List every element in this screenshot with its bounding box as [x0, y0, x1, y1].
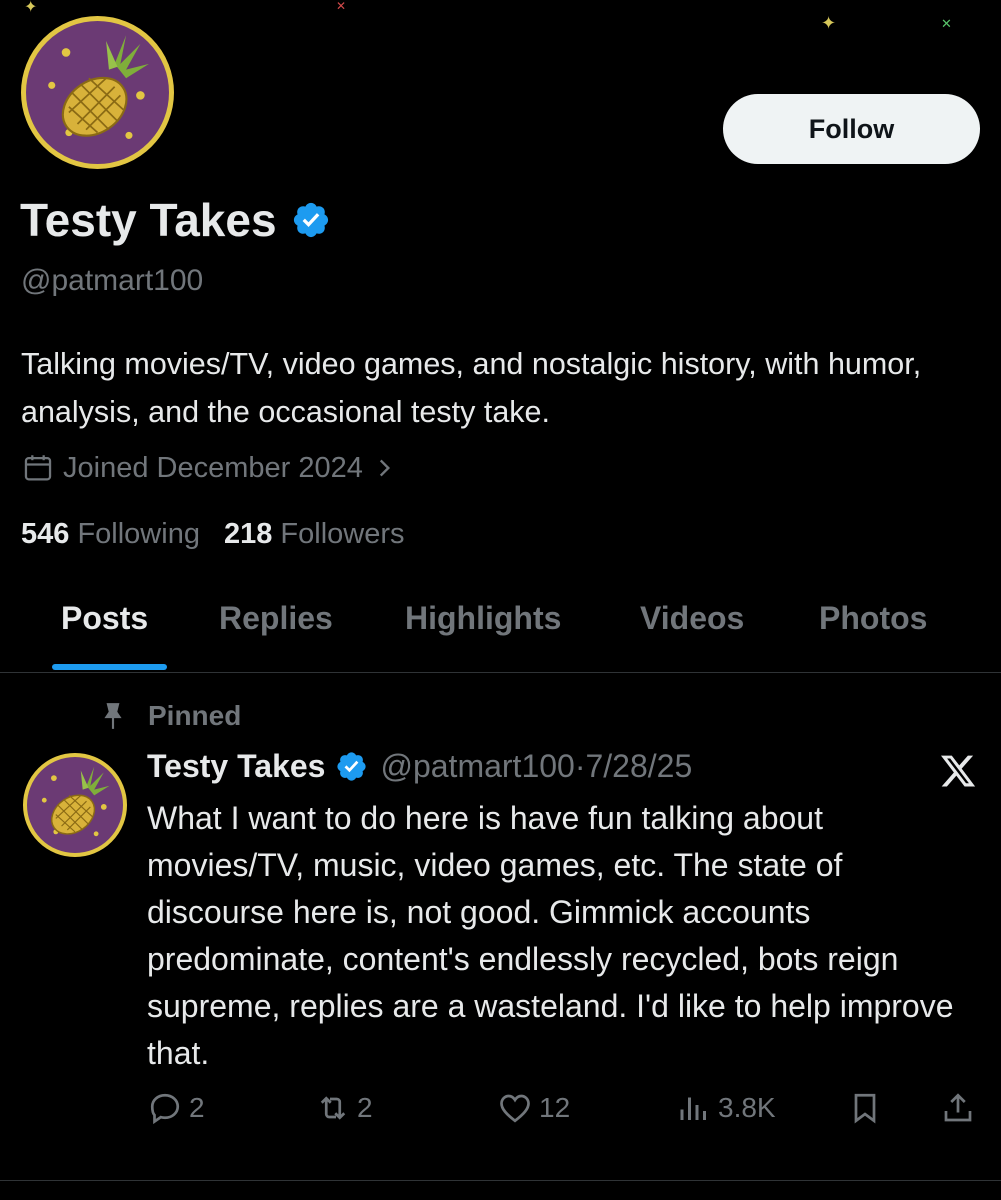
- active-tab-indicator: [52, 664, 167, 670]
- view-count: 3.8K: [718, 1092, 776, 1123]
- pineapple-icon: [41, 766, 110, 837]
- bookmark-icon: [854, 1093, 876, 1124]
- bookmark-button[interactable]: [847, 1090, 883, 1126]
- following-link[interactable]: 546 Following: [21, 518, 200, 551]
- pineapple-icon: [48, 35, 149, 139]
- calendar-icon: [24, 455, 52, 481]
- post-action-bar: 2 2 12 3.8K: [0, 1090, 1001, 1140]
- reply-icon: [150, 1093, 180, 1125]
- followers-label: Followers: [280, 518, 405, 550]
- repost-button[interactable]: 2: [315, 1090, 373, 1126]
- reply-button[interactable]: 2: [147, 1090, 205, 1126]
- x-logo-icon[interactable]: [938, 752, 978, 790]
- post-date[interactable]: 7/28/25: [585, 748, 692, 785]
- post-author-avatar[interactable]: [23, 753, 127, 857]
- display-name: Testy Takes: [20, 194, 277, 246]
- profile-tabs: Posts Replies Highlights Videos Photos: [0, 580, 1001, 672]
- profile-avatar[interactable]: [21, 16, 174, 169]
- tab-posts[interactable]: Posts: [61, 600, 148, 637]
- share-icon: [944, 1093, 972, 1122]
- chevron-right-icon: [379, 459, 390, 477]
- like-button[interactable]: 12: [497, 1090, 570, 1126]
- profile-bio: Talking movies/TV, video games, and nost…: [21, 347, 922, 429]
- post-header: Testy Takes @patmart100 · 7/28/25: [147, 748, 692, 785]
- post-author-handle[interactable]: @patmart100: [380, 748, 574, 785]
- sparkle-icon: ✕: [941, 16, 952, 31]
- pin-icon: [104, 703, 122, 729]
- pinned-indicator: Pinned: [100, 700, 241, 732]
- tab-highlights[interactable]: Highlights: [405, 600, 561, 637]
- following-label: Following: [77, 518, 200, 550]
- tab-photos[interactable]: Photos: [819, 600, 927, 637]
- follow-button[interactable]: Follow: [723, 94, 980, 164]
- sparkle-icon: ✦: [24, 0, 38, 16]
- followers-count: 218: [223, 518, 273, 550]
- repost-count: 2: [357, 1092, 373, 1123]
- joined-date[interactable]: Joined December 2024: [21, 451, 397, 485]
- profile-page: ✦ ✕ ✦ ✕ Follow Testy Takes @patmart100 T…: [0, 0, 1001, 1200]
- sparkle-icon: ✕: [336, 0, 347, 13]
- divider: [0, 672, 1001, 673]
- tab-videos[interactable]: Videos: [640, 600, 744, 637]
- share-button[interactable]: [940, 1090, 976, 1126]
- verified-badge-icon[interactable]: [335, 750, 368, 783]
- following-count: 546: [21, 518, 70, 550]
- analytics-icon: [680, 1097, 706, 1120]
- post-author-name[interactable]: Testy Takes: [147, 748, 325, 785]
- meta-separator: ·: [574, 748, 586, 784]
- heart-icon: [500, 1094, 530, 1123]
- repost-icon: [320, 1096, 346, 1120]
- verified-badge-icon[interactable]: [291, 200, 331, 240]
- joined-label: Joined December 2024: [63, 451, 363, 484]
- post-text: What I want to do here is have fun talki…: [147, 800, 954, 1071]
- sparkle-icon: ✦: [821, 13, 837, 33]
- followers-link[interactable]: 218 Followers: [224, 518, 405, 551]
- tab-replies[interactable]: Replies: [219, 600, 333, 637]
- profile-handle: @patmart100: [21, 264, 204, 297]
- reply-count: 2: [189, 1092, 205, 1123]
- divider: [0, 1180, 1001, 1181]
- display-name-row: Testy Takes: [20, 193, 331, 247]
- like-count: 12: [539, 1092, 571, 1123]
- views-button[interactable]: 3.8K: [676, 1090, 776, 1126]
- follow-stats: 546 Following 218 Followers: [21, 518, 405, 551]
- pinned-label: Pinned: [148, 700, 242, 731]
